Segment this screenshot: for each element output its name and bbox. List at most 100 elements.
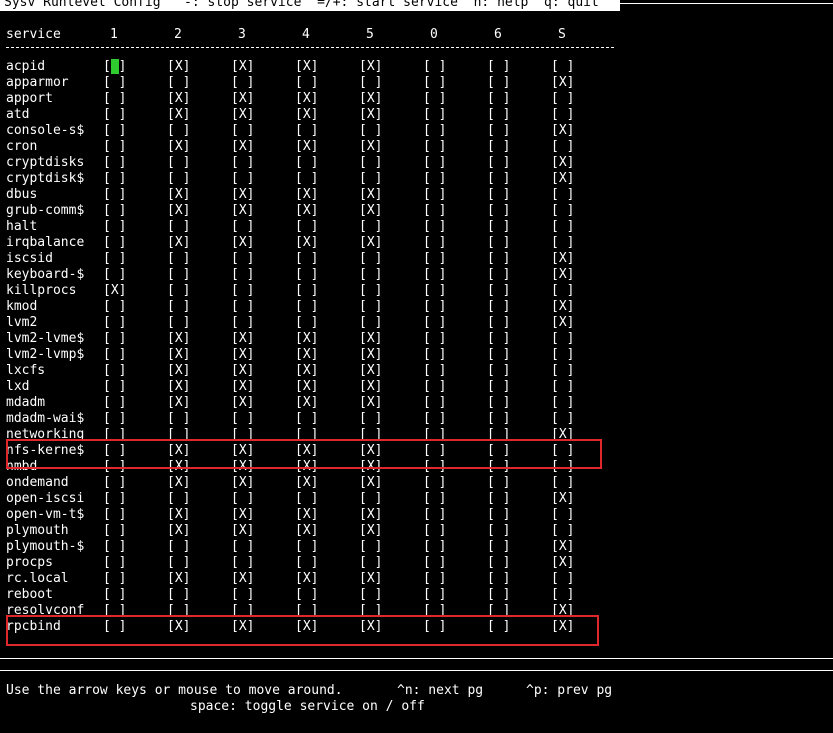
runlevel-6-checkbox[interactable]: [ ] [487, 555, 510, 571]
runlevel-0-checkbox[interactable]: [ ] [423, 123, 446, 139]
runlevel-5-checkbox[interactable]: [X] [359, 475, 382, 491]
runlevel-2-checkbox[interactable]: [X] [167, 347, 190, 363]
runlevel-S-checkbox[interactable]: [ ] [551, 59, 574, 75]
runlevel-2-checkbox[interactable]: [X] [167, 363, 190, 379]
runlevel-S-checkbox[interactable]: [ ] [551, 331, 574, 347]
runlevel-1-checkbox[interactable]: [ ] [103, 411, 126, 427]
runlevel-S-checkbox[interactable]: [X] [551, 75, 574, 91]
runlevel-3-checkbox[interactable]: [X] [231, 91, 254, 107]
runlevel-6-checkbox[interactable]: [ ] [487, 59, 510, 75]
runlevel-3-checkbox[interactable]: [ ] [231, 123, 254, 139]
runlevel-S-checkbox[interactable]: [ ] [551, 235, 574, 251]
runlevel-2-checkbox[interactable]: [X] [167, 107, 190, 123]
runlevel-1-checkbox[interactable]: [ ] [103, 267, 126, 283]
runlevel-4-checkbox[interactable]: [X] [295, 395, 318, 411]
runlevel-6-checkbox[interactable]: [ ] [487, 523, 510, 539]
runlevel-6-checkbox[interactable]: [ ] [487, 155, 510, 171]
runlevel-6-checkbox[interactable]: [ ] [487, 475, 510, 491]
runlevel-4-checkbox[interactable]: [ ] [295, 267, 318, 283]
runlevel-1-checkbox[interactable]: [ ] [103, 315, 126, 331]
runlevel-S-checkbox[interactable]: [X] [551, 491, 574, 507]
runlevel-S-checkbox[interactable]: [ ] [551, 91, 574, 107]
runlevel-1-checkbox[interactable]: [ ] [103, 587, 126, 603]
runlevel-S-checkbox[interactable]: [ ] [551, 523, 574, 539]
runlevel-5-checkbox[interactable]: [ ] [359, 171, 382, 187]
runlevel-0-checkbox[interactable]: [ ] [423, 235, 446, 251]
runlevel-5-checkbox[interactable]: [X] [359, 235, 382, 251]
runlevel-2-checkbox[interactable]: [X] [167, 379, 190, 395]
runlevel-2-checkbox[interactable]: [X] [167, 395, 190, 411]
runlevel-S-checkbox[interactable]: [ ] [551, 363, 574, 379]
runlevel-0-checkbox[interactable]: [ ] [423, 507, 446, 523]
runlevel-5-checkbox[interactable]: [X] [359, 91, 382, 107]
runlevel-2-checkbox[interactable]: [ ] [167, 283, 190, 299]
runlevel-0-checkbox[interactable]: [ ] [423, 299, 446, 315]
runlevel-3-checkbox[interactable]: [ ] [231, 251, 254, 267]
runlevel-5-checkbox[interactable]: [X] [359, 203, 382, 219]
runlevel-1-checkbox[interactable]: [ ] [103, 379, 126, 395]
runlevel-3-checkbox[interactable]: [ ] [231, 299, 254, 315]
runlevel-4-checkbox[interactable]: [ ] [295, 219, 318, 235]
runlevel-3-checkbox[interactable]: [ ] [231, 155, 254, 171]
runlevel-S-checkbox[interactable]: [X] [551, 315, 574, 331]
runlevel-5-checkbox[interactable]: [X] [359, 331, 382, 347]
runlevel-3-checkbox[interactable]: [ ] [231, 283, 254, 299]
runlevel-3-checkbox[interactable]: [X] [231, 203, 254, 219]
runlevel-4-checkbox[interactable]: [ ] [295, 171, 318, 187]
runlevel-5-checkbox[interactable]: [ ] [359, 219, 382, 235]
runlevel-1-checkbox[interactable]: [ ] [103, 363, 126, 379]
runlevel-2-checkbox[interactable]: [X] [167, 91, 190, 107]
runlevel-2-checkbox[interactable]: [ ] [167, 411, 190, 427]
runlevel-0-checkbox[interactable]: [ ] [423, 347, 446, 363]
runlevel-6-checkbox[interactable]: [ ] [487, 251, 510, 267]
runlevel-2-checkbox[interactable]: [ ] [167, 587, 190, 603]
runlevel-6-checkbox[interactable]: [ ] [487, 283, 510, 299]
runlevel-4-checkbox[interactable]: [ ] [295, 555, 318, 571]
runlevel-0-checkbox[interactable]: [ ] [423, 331, 446, 347]
runlevel-0-checkbox[interactable]: [ ] [423, 411, 446, 427]
runlevel-2-checkbox[interactable]: [X] [167, 59, 190, 75]
runlevel-6-checkbox[interactable]: [ ] [487, 219, 510, 235]
runlevel-6-checkbox[interactable]: [ ] [487, 411, 510, 427]
runlevel-S-checkbox[interactable]: [X] [551, 123, 574, 139]
runlevel-6-checkbox[interactable]: [ ] [487, 587, 510, 603]
runlevel-1-checkbox-cursor[interactable]: [ ] [103, 59, 126, 75]
runlevel-0-checkbox[interactable]: [ ] [423, 91, 446, 107]
runlevel-4-checkbox[interactable]: [X] [295, 507, 318, 523]
runlevel-5-checkbox[interactable]: [X] [359, 571, 382, 587]
runlevel-0-checkbox[interactable]: [ ] [423, 555, 446, 571]
runlevel-0-checkbox[interactable]: [ ] [423, 315, 446, 331]
runlevel-4-checkbox[interactable]: [X] [295, 523, 318, 539]
runlevel-4-checkbox[interactable]: [X] [295, 379, 318, 395]
runlevel-3-checkbox[interactable]: [X] [231, 523, 254, 539]
runlevel-1-checkbox[interactable]: [ ] [103, 491, 126, 507]
runlevel-5-checkbox[interactable]: [X] [359, 187, 382, 203]
runlevel-4-checkbox[interactable]: [ ] [295, 123, 318, 139]
runlevel-S-checkbox[interactable]: [ ] [551, 507, 574, 523]
runlevel-S-checkbox[interactable]: [X] [551, 267, 574, 283]
runlevel-3-checkbox[interactable]: [ ] [231, 555, 254, 571]
runlevel-1-checkbox[interactable]: [ ] [103, 395, 126, 411]
runlevel-6-checkbox[interactable]: [ ] [487, 75, 510, 91]
runlevel-5-checkbox[interactable]: [X] [359, 523, 382, 539]
runlevel-4-checkbox[interactable]: [X] [295, 59, 318, 75]
runlevel-5-checkbox[interactable]: [X] [359, 395, 382, 411]
runlevel-3-checkbox[interactable]: [X] [231, 475, 254, 491]
runlevel-6-checkbox[interactable]: [ ] [487, 171, 510, 187]
runlevel-0-checkbox[interactable]: [ ] [423, 587, 446, 603]
runlevel-0-checkbox[interactable]: [ ] [423, 187, 446, 203]
runlevel-1-checkbox[interactable]: [ ] [103, 139, 126, 155]
runlevel-2-checkbox[interactable]: [ ] [167, 219, 190, 235]
runlevel-3-checkbox[interactable]: [X] [231, 571, 254, 587]
runlevel-2-checkbox[interactable]: [X] [167, 507, 190, 523]
runlevel-0-checkbox[interactable]: [ ] [423, 139, 446, 155]
runlevel-6-checkbox[interactable]: [ ] [487, 315, 510, 331]
runlevel-4-checkbox[interactable]: [ ] [295, 315, 318, 331]
runlevel-3-checkbox[interactable]: [X] [231, 331, 254, 347]
runlevel-3-checkbox[interactable]: [ ] [231, 539, 254, 555]
runlevel-1-checkbox[interactable]: [ ] [103, 571, 126, 587]
runlevel-2-checkbox[interactable]: [ ] [167, 267, 190, 283]
runlevel-4-checkbox[interactable]: [X] [295, 203, 318, 219]
runlevel-6-checkbox[interactable]: [ ] [487, 507, 510, 523]
runlevel-1-checkbox[interactable]: [ ] [103, 475, 126, 491]
